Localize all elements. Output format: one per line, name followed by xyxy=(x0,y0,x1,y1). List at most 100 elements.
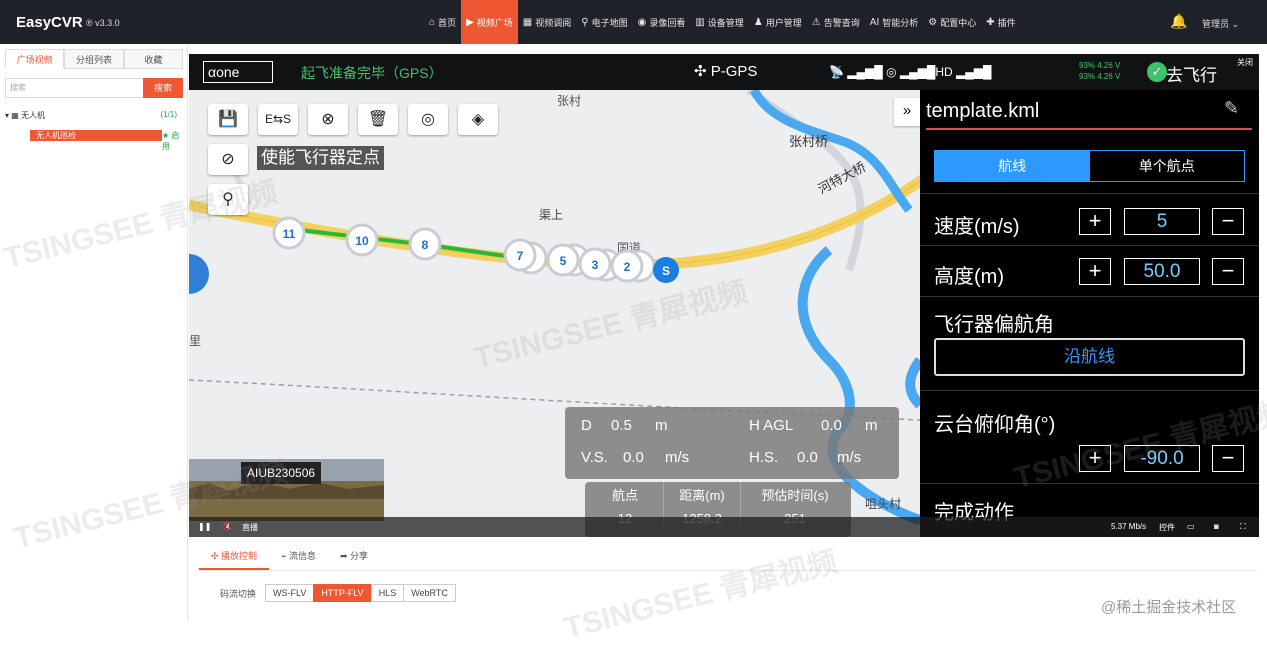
flight-status: 起飞准备完毕（GPS） xyxy=(301,65,443,81)
snapshot-icon[interactable]: ◙ xyxy=(1214,522,1219,531)
hagl-label: H AGL xyxy=(749,417,794,434)
filename-underline xyxy=(926,128,1252,130)
tab-square-videos[interactable]: 广场视频 xyxy=(5,49,65,69)
device-status: ★ 启用 xyxy=(162,131,180,151)
nav-plugins[interactable]: ✚ 插件 xyxy=(981,0,1020,44)
stream-http-flv-button[interactable]: HTTP-FLV xyxy=(313,584,372,602)
nav-label: 录像回看 xyxy=(649,17,686,28)
waypoint-11[interactable]: 11 xyxy=(283,227,296,241)
nav-e-map[interactable]: ⚲ 电子地图 xyxy=(576,0,632,44)
record-icon[interactable]: ▭ xyxy=(1187,522,1195,531)
go-fly-button[interactable]: 去飞行 xyxy=(1166,61,1217,86)
tab-single-waypoint[interactable]: 单个航点 xyxy=(1090,151,1245,181)
waypoint-2[interactable]: 2 xyxy=(624,260,631,274)
route-edit-icon[interactable]: E⇆S xyxy=(258,104,298,135)
close-button[interactable]: 关闭 xyxy=(1237,57,1253,68)
nav-playback[interactable]: ◉ 录像回看 xyxy=(633,0,691,44)
search-input[interactable]: 搜索 xyxy=(5,78,148,98)
waypoint-7[interactable]: 7 xyxy=(517,249,524,263)
yaw-label: 飞行器偏航角 xyxy=(934,314,1054,336)
main-nav: ⌂ 首页 ▶ 视频广场 ▦ 视频调阅 ⚲ 电子地图 ◉ 录像回看 ▥ 设备管理 ♟ 用户管理 … xyxy=(424,0,1021,44)
stream-webrtc-button[interactable]: WebRTC xyxy=(403,584,456,602)
nav-label: 电子地图 xyxy=(591,17,628,28)
hagl-value: 0.0 xyxy=(821,417,842,434)
lower-tabs: ✣ 播放控制 ⌁ 流信息 ➦ 分享 xyxy=(199,549,380,570)
nav-user-mgmt[interactable]: ♟ 用户管理 xyxy=(749,0,807,44)
pause-icon[interactable]: ❚❚ xyxy=(198,522,211,531)
stream-ws-flv-button[interactable]: WS-FLV xyxy=(265,584,315,602)
nav-alarm[interactable]: ⚠ 告警查询 xyxy=(807,0,865,44)
nav-config[interactable]: ⚙ 配置中心 xyxy=(923,0,981,44)
alarm-icon: ⚠ xyxy=(811,16,821,28)
collapse-panel-icon[interactable]: » xyxy=(894,98,920,126)
tab-groups[interactable]: 分组列表 xyxy=(64,49,124,69)
waypoint-start[interactable]: S xyxy=(662,264,670,278)
layers-icon[interactable]: ◈ xyxy=(458,104,498,135)
tab-playback-control[interactable]: ✣ 播放控制 xyxy=(199,549,270,570)
waypoint-10[interactable]: 10 xyxy=(355,234,369,248)
search-button[interactable]: 搜索 xyxy=(143,78,183,98)
flight-hud: αone 起飞准备完毕（GPS） ✣ P-GPS 📡 ▂▄▆█ ◎ ▂▄▆█HD… xyxy=(189,54,1259,90)
cancel-icon[interactable]: ⊗ xyxy=(308,104,348,135)
tab-share[interactable]: ➦ 分享 xyxy=(328,549,380,570)
gps-mode-label: P-GPS xyxy=(710,63,758,80)
play-icon: ▶ xyxy=(466,16,474,28)
fullscreen-icon[interactable]: ⛶ xyxy=(1240,522,1246,532)
vs-value: 0.0 xyxy=(623,449,644,466)
divider xyxy=(920,193,1259,194)
nav-ai[interactable]: AI 智能分析 xyxy=(865,0,923,44)
nav-video-access[interactable]: ▦ 视频调阅 xyxy=(518,0,576,44)
nav-label: 视频调阅 xyxy=(535,17,572,28)
tree-group-label: ▾ ▦ 无人机 xyxy=(5,111,46,120)
kml-filename[interactable]: template.kml xyxy=(926,100,1039,123)
nav-video-square[interactable]: ▶ 视频广场 xyxy=(461,0,518,44)
distance-label: 距离(m) xyxy=(679,488,725,503)
map-label: 渠上 xyxy=(539,208,563,222)
pencil-icon[interactable]: ✎ xyxy=(1224,98,1239,119)
stream-hls-button[interactable]: HLS xyxy=(370,584,405,602)
bell-icon[interactable]: 🔔 xyxy=(1170,13,1187,30)
waypoint-3[interactable]: 3 xyxy=(592,258,599,272)
ptz-control-button[interactable]: 控件 xyxy=(1159,522,1175,533)
speed-plus-button[interactable]: + xyxy=(1079,208,1111,235)
save-icon[interactable]: 💾 xyxy=(208,104,248,135)
home-icon: ⌂ xyxy=(429,16,436,28)
tree-group-drone[interactable]: ▾ ▦ 无人机 (1/1) xyxy=(5,110,183,121)
waypoint-8[interactable]: 8 xyxy=(422,238,429,252)
yaw-mode-button[interactable]: 沿航线 xyxy=(934,338,1245,376)
brand-logo: EasyCVR xyxy=(16,14,83,31)
speed-minus-button[interactable]: − xyxy=(1212,208,1244,235)
tab-favorites[interactable]: 收藏 xyxy=(123,49,183,69)
height-minus-button[interactable]: − xyxy=(1212,258,1244,285)
vs-unit: m/s xyxy=(665,449,690,466)
tab-route[interactable]: 航线 xyxy=(935,151,1090,181)
d-unit: m xyxy=(655,417,668,434)
map-label: 里 xyxy=(189,334,201,348)
nav-label: 配置中心 xyxy=(940,17,977,28)
nav-label: 首页 xyxy=(438,17,457,28)
bitrate-label: 5.37 Mb/s xyxy=(1111,522,1147,531)
user-menu[interactable]: 管理员 ⌄ xyxy=(1202,17,1239,30)
mute-icon[interactable]: 🔇 xyxy=(223,522,233,531)
height-value[interactable]: 50.0 xyxy=(1124,258,1200,285)
tab-stream-info[interactable]: ⌁ 流信息 xyxy=(269,549,328,570)
target-icon[interactable]: ◎ xyxy=(408,104,448,135)
est-time-label: 预估时间(s) xyxy=(761,488,829,503)
divider xyxy=(920,296,1259,297)
waypoint-5[interactable]: 5 xyxy=(560,254,567,268)
trash-icon[interactable]: 🗑 xyxy=(358,104,398,135)
d-value: 0.5 xyxy=(611,417,632,434)
speed-value[interactable]: 5 xyxy=(1124,208,1200,235)
enable-hover-label[interactable]: 使能飞行器定点 xyxy=(257,146,384,170)
hagl-unit: m xyxy=(865,417,878,434)
app-version: ® v3.3.0 xyxy=(86,18,120,28)
nav-label: 插件 xyxy=(997,17,1016,28)
tree-device-item[interactable]: 无人机巡检 xyxy=(30,130,162,141)
block-icon[interactable]: ⊘ xyxy=(208,144,248,175)
height-plus-button[interactable]: + xyxy=(1079,258,1111,285)
nav-device-mgmt[interactable]: ▥ 设备管理 xyxy=(690,0,748,44)
gimbal-minus-button[interactable]: − xyxy=(1212,445,1244,472)
speed-label: 速度(m/s) xyxy=(934,216,1020,238)
users-icon: ♟ xyxy=(753,16,763,28)
nav-home[interactable]: ⌂ 首页 xyxy=(424,0,461,44)
